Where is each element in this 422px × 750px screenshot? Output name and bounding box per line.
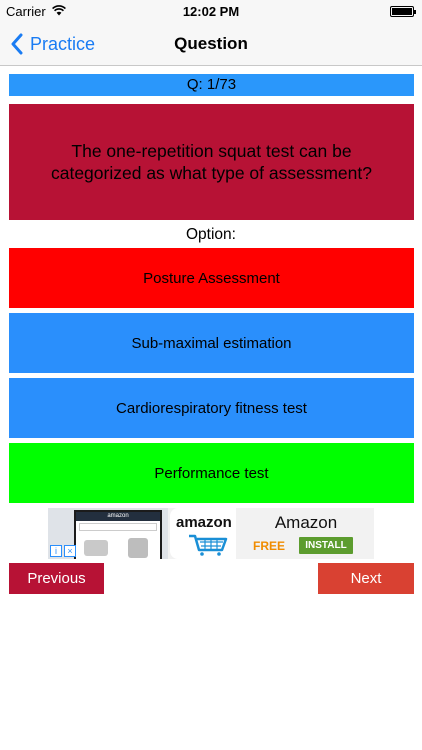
status-bar: Carrier 12:02 PM	[0, 0, 422, 22]
back-button-label: Practice	[30, 33, 96, 54]
option-heading: Option:	[186, 226, 236, 243]
ad-icon-text: amazon	[176, 514, 232, 531]
option-label: Cardiorespiratory fitness test	[116, 399, 307, 417]
ad-screenshot: amazon i ×	[48, 508, 168, 559]
option-button-4[interactable]: Performance test	[9, 443, 414, 503]
ad-phone-header: amazon	[76, 512, 160, 521]
option-label: Performance test	[154, 464, 269, 482]
amazon-logo-icon: amazon	[170, 508, 236, 559]
navigation-bar: Practice Question	[0, 22, 422, 66]
ad-info-icon[interactable]: i	[50, 545, 62, 557]
option-button-1[interactable]: Posture Assessment	[9, 248, 414, 308]
ad-app-name: Amazon	[274, 513, 338, 532]
option-button-3[interactable]: Cardiorespiratory fitness test	[9, 378, 414, 438]
previous-button[interactable]: Previous	[9, 563, 104, 594]
next-button[interactable]: Next	[318, 563, 414, 594]
option-label: Posture Assessment	[143, 269, 280, 287]
chevron-left-icon	[11, 33, 23, 55]
battery-icon	[390, 6, 416, 17]
question-counter: Q: 1/73	[9, 74, 414, 96]
ad-install-button[interactable]: INSTALL	[299, 537, 353, 554]
shopping-cart-icon	[189, 534, 228, 556]
ad-banner[interactable]: amazon i × amazon Amazon FREE INSTALL	[48, 508, 374, 559]
question-text: The one-repetition squat test can be cat…	[9, 104, 414, 220]
status-time: 12:02 PM	[182, 4, 240, 19]
option-label: Sub-maximal estimation	[131, 334, 292, 352]
ad-price: FREE	[253, 539, 286, 553]
back-button[interactable]: Practice	[10, 22, 95, 66]
option-button-2[interactable]: Sub-maximal estimation	[9, 313, 414, 373]
ad-close-icon[interactable]: ×	[64, 545, 76, 557]
